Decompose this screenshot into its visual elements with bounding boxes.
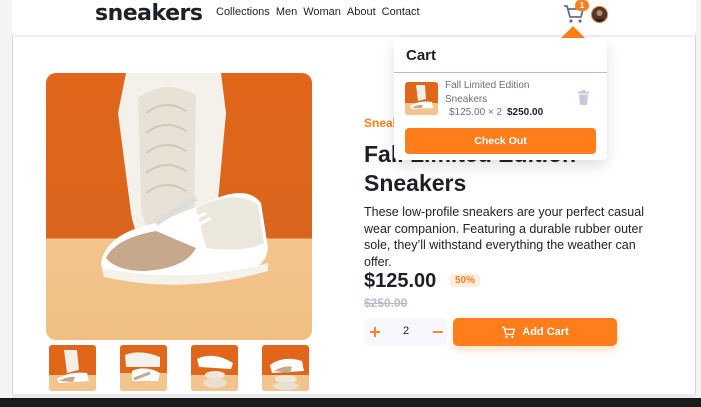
quantity-stepper: + 2 − [364, 318, 447, 346]
quantity-plus-button[interactable]: + [366, 322, 384, 342]
add-to-cart-label: Add Cart [522, 326, 569, 338]
cart-dropdown-pointer [561, 26, 585, 38]
cart-item-thumbnail [405, 82, 438, 115]
user-avatar[interactable] [591, 6, 608, 23]
sneaker-photo [46, 73, 312, 340]
quantity-minus-button[interactable]: − [429, 322, 447, 342]
thumbnail-1[interactable] [49, 345, 96, 391]
thumbnail-4[interactable] [262, 345, 309, 391]
thumbnail-strip [49, 345, 309, 391]
thumbnail-3[interactable] [191, 345, 238, 391]
product-description: These low-profile sneakers are your perf… [364, 205, 644, 269]
cart-item-unit-calc: $125.00 × 2 [449, 107, 503, 118]
cart-count-badge: 1 [575, 0, 589, 11]
thumbnail-4-image [262, 345, 309, 391]
quantity-value: 2 [402, 325, 410, 337]
discount-badge: 50% [450, 274, 481, 287]
thumbnail-2[interactable] [120, 345, 167, 391]
nav-link-men[interactable]: Men [276, 6, 297, 18]
cart-item-name: Fall Limited Edition Sneakers [445, 80, 530, 105]
product-main-image[interactable] [46, 73, 312, 340]
trash-icon[interactable] [577, 90, 590, 105]
main-nav: Collections Men Woman About Contact [216, 6, 420, 18]
thumbnail-2-image [120, 345, 167, 391]
cart-title: Cart [406, 47, 437, 64]
nav-link-woman[interactable]: Woman [303, 6, 341, 18]
cart-item-total: $250.00 [507, 107, 544, 118]
page-right-edge [695, 0, 701, 407]
cart-item-image [405, 82, 438, 115]
thumbnail-1-image [49, 345, 96, 391]
checkout-button[interactable]: Check Out [405, 128, 596, 154]
original-price: $250.00 [364, 296, 408, 310]
nav-link-about[interactable]: About [347, 6, 376, 18]
page-left-edge [0, 0, 13, 407]
cart-dropdown: Cart Fall Limited Edition Sneakers $125.… [394, 38, 607, 160]
nav-link-collections[interactable]: Collections [216, 6, 270, 18]
avatar-icon [592, 7, 607, 22]
header-divider [12, 35, 696, 37]
add-to-cart-button[interactable]: Add Cart [453, 318, 617, 346]
taskbar-strip [0, 398, 701, 407]
nav-link-contact[interactable]: Contact [382, 6, 420, 18]
product-price: $125.00 [364, 270, 437, 292]
cart-divider [394, 72, 607, 73]
site-logo[interactable]: sneakers [95, 1, 203, 26]
thumbnail-3-image [191, 345, 238, 391]
cart-icon [502, 326, 516, 338]
